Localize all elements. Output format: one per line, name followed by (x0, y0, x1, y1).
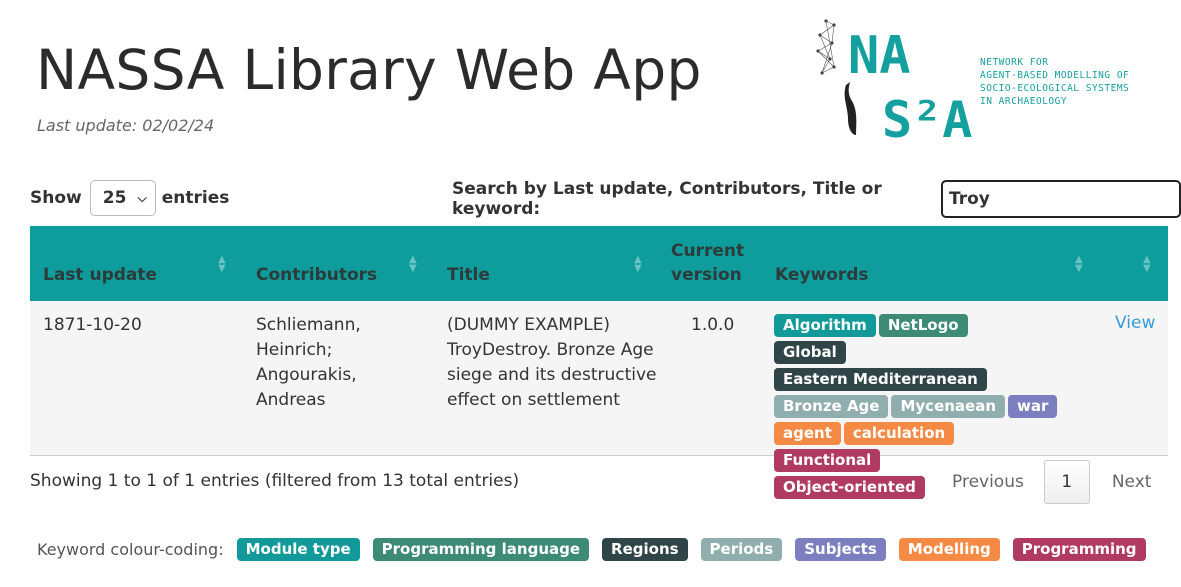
table-info: Showing 1 to 1 of 1 entries (filtered fr… (30, 471, 520, 491)
cell-contributors: Schliemann, Heinrich; Angourakis, Andrea… (256, 313, 406, 413)
keyword-badge: Mycenaean (891, 395, 1006, 418)
contributor-line: Heinrich; (256, 340, 333, 360)
keyword-badge: Object-oriented (774, 476, 925, 499)
title-line: siege and its destructive (447, 365, 657, 385)
entries-label: entries (161, 188, 230, 208)
keyword-badge: Functional (774, 449, 881, 472)
column-header-contributors[interactable]: Contributors (256, 263, 377, 287)
keyword-badge: Algorithm (774, 314, 876, 337)
column-header-title[interactable]: Title (447, 263, 490, 287)
logo-tagline-line: SOCIO-ECOLOGICAL SYSTEMS (980, 83, 1130, 94)
column-header-current-version[interactable]: Current version (671, 239, 751, 287)
search-label: Search by Last update, Contributors, Tit… (452, 179, 882, 219)
keyword-badge: calculation (843, 422, 955, 445)
keyword-legend: Keyword colour-coding: Module type Progr… (37, 538, 1159, 561)
table-header: Last update ▲ ▼ Contributors ▲ ▼ Title ▲ ▼ … (30, 226, 1168, 301)
logo-letters-top: NA (848, 26, 911, 86)
title-line: (DUMMY EXAMPLE) (447, 315, 611, 335)
logo-tagline-line: AGENT-BASED MODELLING OF (980, 70, 1130, 81)
title-line: TroyDestroy. Bronze Age (447, 340, 654, 360)
logo-letters-bottom: S²A (882, 91, 972, 145)
title-line: effect on settlement (447, 390, 620, 410)
legend-badge: Modelling (898, 538, 1000, 561)
cell-version: 1.0.0 (691, 315, 735, 335)
view-link[interactable]: View (1115, 313, 1155, 333)
library-table: Last update ▲ ▼ Contributors ▲ ▼ Title ▲ ▼ … (30, 226, 1168, 499)
table-row: 1871-10-20 Schliemann, Heinrich; Angoura… (30, 301, 1168, 499)
entries-control: Show 25 ⌵ entries (30, 180, 229, 216)
keyword-badge: Eastern Mediterranean (774, 368, 987, 391)
show-label: Show (30, 188, 82, 208)
keyword-badge: NetLogo (878, 314, 968, 337)
logo-tagline-line: IN ARCHAEOLOGY (980, 96, 1068, 107)
last-update-text: Last update: 02/02/24 (37, 116, 215, 135)
search-control: Search by Last update, Contributors, Tit… (452, 179, 1181, 219)
cell-title: (DUMMY EXAMPLE) TroyDestroy. Bronze Age … (447, 313, 662, 413)
legend-badge: Programming (1012, 538, 1146, 561)
legend-badge: Programming language (372, 538, 590, 561)
pagination: Previous 1 Next (936, 460, 1167, 504)
column-header-last-update[interactable]: Last update (43, 263, 157, 287)
contributor-line: Schliemann, (256, 315, 361, 335)
legend-badge: Periods (700, 538, 783, 561)
next-button[interactable]: Next (1090, 472, 1168, 492)
nassa-logo-mark: NA S²A (816, 19, 972, 149)
legend-badge: Subjects (795, 538, 886, 561)
logo-tagline: NETWORK FOR AGENT-BASED MODELLING OF SOC… (980, 56, 1129, 108)
legend-badge: Module type (236, 538, 360, 561)
keyword-badge: Global (774, 341, 846, 364)
sort-icon[interactable]: ▲ ▼ (1143, 255, 1151, 274)
cell-last-update: 1871-10-20 (43, 315, 142, 335)
keyword-badge: war (1008, 395, 1058, 418)
column-header-keywords[interactable]: Keywords (775, 263, 869, 287)
logo-tagline-line: NETWORK FOR (980, 57, 1049, 68)
keyword-badge: Bronze Age (774, 395, 889, 418)
chevron-down-icon: ⌵ (137, 190, 147, 205)
page-1-button[interactable]: 1 (1043, 460, 1090, 504)
keyword-badge: agent (774, 422, 841, 445)
sort-icon[interactable]: ▲ ▼ (634, 255, 642, 274)
entries-select-value: 25 (102, 188, 127, 208)
previous-button[interactable]: Previous (936, 472, 1044, 492)
page-title: NASSA Library Web App (36, 38, 702, 102)
contributor-line: Andreas (256, 390, 326, 410)
sort-icon[interactable]: ▲ ▼ (1075, 255, 1083, 274)
legend-label: Keyword colour-coding: (37, 540, 224, 559)
entries-select[interactable]: 25 ⌵ (89, 180, 156, 216)
legend-badge: Regions (602, 538, 688, 561)
sort-icon[interactable]: ▲ ▼ (218, 255, 226, 274)
contributor-line: Angourakis, (256, 365, 357, 385)
search-input[interactable] (941, 180, 1181, 218)
sort-icon[interactable]: ▲ ▼ (409, 255, 417, 274)
